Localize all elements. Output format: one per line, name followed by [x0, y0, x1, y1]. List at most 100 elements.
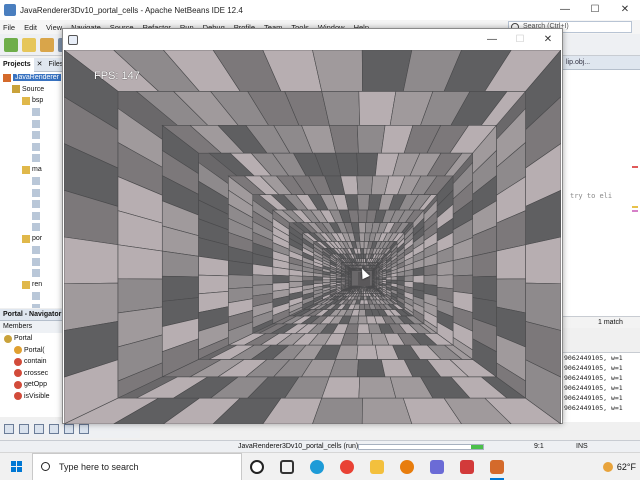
navigator-member[interactable]: getOpp	[0, 379, 65, 391]
close-icon[interactable]: ✕	[34, 58, 46, 72]
java-running-taskbar-button[interactable]	[482, 453, 512, 480]
tree-node[interactable]	[0, 153, 65, 165]
tree-node[interactable]: JavaRenderer	[0, 72, 65, 84]
windows-taskbar: Type here to search 62°F	[0, 452, 640, 480]
filter-icon[interactable]	[64, 424, 74, 434]
brick	[396, 275, 405, 282]
app-red-taskbar-button[interactable]	[452, 453, 482, 480]
render-viewport[interactable]: FPS: 147	[64, 50, 561, 424]
brick	[356, 175, 374, 196]
weather-icon[interactable]	[602, 462, 613, 472]
tree-node[interactable]	[0, 199, 65, 211]
fps-counter: FPS: 147	[94, 70, 140, 82]
tree-node[interactable]	[0, 176, 65, 188]
navigator-member-label: Portal	[14, 335, 33, 343]
tree-node[interactable]	[0, 118, 65, 130]
renderer-titlebar[interactable]: — ☐ ✕	[63, 29, 562, 50]
java-file-icon	[32, 211, 40, 220]
navigator-members-filter[interactable]: Members	[0, 321, 65, 333]
run-status-label[interactable]: JavaRenderer3Dv10_portal_cells (run)	[238, 441, 358, 452]
file-explorer-icon	[370, 459, 384, 474]
chrome-taskbar-button[interactable]	[332, 453, 362, 480]
tree-node[interactable]	[0, 187, 65, 199]
filter-icon[interactable]	[79, 424, 89, 434]
brick	[357, 209, 368, 223]
method-icon	[14, 346, 22, 355]
tree-node[interactable]	[0, 291, 65, 303]
tree-node[interactable]: ren	[0, 279, 65, 291]
menu-file[interactable]: File	[3, 23, 15, 32]
tree-node[interactable]	[0, 130, 65, 142]
renderer-window[interactable]: — ☐ ✕ FPS: 147	[62, 28, 563, 424]
new-project-icon[interactable]	[4, 37, 18, 52]
brick	[358, 303, 366, 310]
menu-edit[interactable]: Edit	[24, 23, 37, 32]
navigator-member[interactable]: Portal(	[0, 345, 65, 357]
brick	[288, 275, 303, 283]
file-explorer-taskbar-button[interactable]	[362, 453, 392, 480]
java-file-icon	[32, 303, 40, 308]
navigator-list: Portal Portal(contain crossec getOpp isVisib…	[0, 333, 65, 402]
close-icon[interactable]: ✕	[610, 0, 640, 20]
java-file-icon	[32, 292, 40, 301]
class-icon	[4, 334, 12, 343]
navigator-member[interactable]: crossec	[0, 368, 65, 380]
editor-tab[interactable]: lip.obj...	[563, 56, 640, 70]
brick	[390, 276, 398, 281]
taskbar-search-box[interactable]: Type here to search	[32, 452, 242, 480]
maximize-icon[interactable]: ☐	[580, 0, 610, 20]
tree-node[interactable]	[0, 141, 65, 153]
task-view-taskbar-button[interactable]	[272, 453, 302, 480]
tree-node[interactable]	[0, 222, 65, 234]
navigator-member[interactable]: contain	[0, 356, 65, 368]
maximize-icon: ☐	[515, 34, 525, 45]
tree-node[interactable]	[0, 302, 65, 308]
tree-node[interactable]: por	[0, 233, 65, 245]
close-icon[interactable]: ✕	[534, 29, 562, 50]
java-icon	[68, 34, 78, 45]
brick	[356, 194, 370, 211]
tree-node[interactable]	[0, 245, 65, 257]
brick	[302, 275, 315, 282]
output-window: 9062449105, w=1 9062449105, w=1 9062449105…	[562, 352, 640, 422]
filter-icon[interactable]	[19, 424, 29, 434]
menu-view[interactable]: View	[46, 23, 62, 32]
navigator-member[interactable]: Portal	[0, 333, 65, 345]
minimize-icon[interactable]: —	[550, 0, 580, 20]
blender-taskbar-button[interactable]	[392, 453, 422, 480]
tree-node[interactable]	[0, 268, 65, 280]
edge-taskbar-button[interactable]	[302, 453, 332, 480]
tree-node[interactable]	[0, 210, 65, 222]
tree-node[interactable]: bsp	[0, 95, 65, 107]
tree-node[interactable]	[0, 256, 65, 268]
tree-node[interactable]	[0, 107, 65, 119]
tree-node-label: por	[32, 235, 43, 243]
brick	[356, 152, 379, 177]
java-file-icon	[32, 142, 40, 151]
tree-node[interactable]: Source	[0, 84, 65, 96]
code-editor[interactable]: lip.obj... try to eli	[562, 56, 640, 318]
minimize-icon[interactable]: —	[478, 29, 506, 50]
filter-icon[interactable]	[49, 424, 59, 434]
filter-icon[interactable]	[34, 424, 44, 434]
warning-marker[interactable]	[632, 206, 638, 208]
brick	[356, 333, 374, 346]
task-view-icon	[280, 459, 294, 474]
start-button[interactable]	[0, 453, 32, 480]
filter-icon[interactable]	[4, 424, 14, 434]
error-marker[interactable]	[632, 166, 638, 168]
brick	[436, 274, 454, 290]
open-project-icon[interactable]	[40, 37, 54, 52]
temperature[interactable]: 62°F	[617, 462, 636, 472]
tree-node[interactable]: ma	[0, 164, 65, 176]
new-file-icon[interactable]	[22, 37, 36, 52]
cortana-circle-taskbar-button[interactable]	[242, 453, 272, 480]
error-marker[interactable]	[632, 210, 638, 212]
tab-projects[interactable]: Projects	[0, 58, 34, 72]
app-hex-taskbar-button[interactable]	[422, 453, 452, 480]
output-line: 9062449105, w=1	[564, 394, 623, 402]
tree-node-label: ren	[32, 281, 43, 289]
java-file-icon	[32, 246, 40, 255]
brick	[358, 222, 367, 234]
navigator-member[interactable]: isVisible	[0, 391, 65, 403]
